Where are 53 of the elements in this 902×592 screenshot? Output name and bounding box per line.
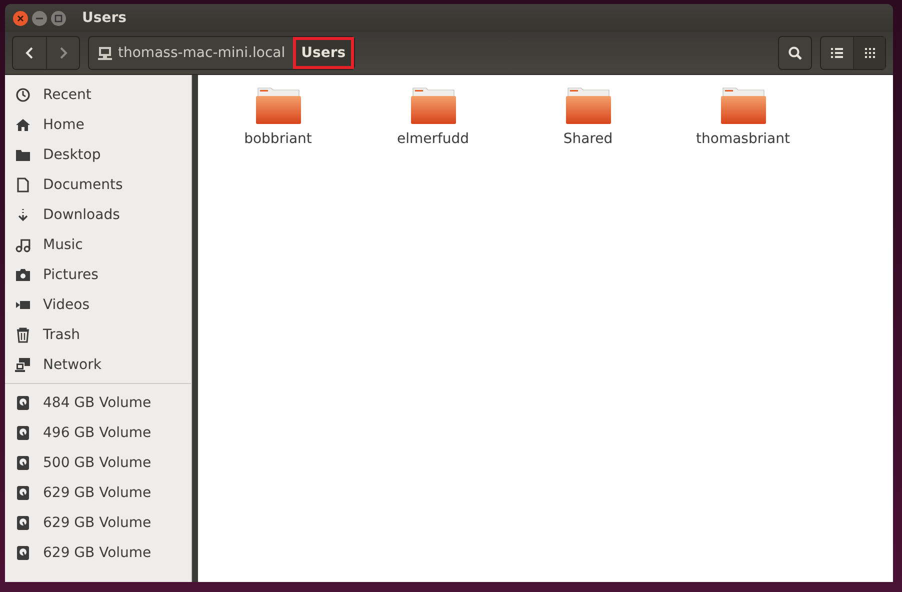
document-icon [15,177,31,193]
sidebar-item[interactable]: 629 GB Volume [5,508,191,538]
sidebar-item[interactable]: Network [5,350,191,380]
folder-name[interactable]: thomasbriant [696,131,790,147]
sidebar-item[interactable]: 629 GB Volume [5,478,191,508]
sidebar-item[interactable]: Desktop [5,140,191,170]
sidebar-item[interactable]: 629 GB Volume [5,538,191,568]
folder-icon [564,87,612,125]
computer-icon [97,46,113,60]
folder-name[interactable]: bobbriant [244,131,312,147]
folder-icon [15,147,31,163]
music-icon [15,237,31,253]
home-icon [15,117,31,133]
sidebar-item[interactable]: Trash [5,320,191,350]
drive-icon [15,545,31,561]
sidebar-item[interactable]: Downloads [5,200,191,230]
maximize-button[interactable] [51,10,66,26]
sidebar-item[interactable]: 500 GB Volume [5,448,191,478]
folder-icon [254,87,302,125]
network-icon [15,357,31,373]
folder-name[interactable]: elmerfudd [396,131,470,147]
drive-icon [15,425,31,441]
sidebar-item[interactable]: Documents [5,170,191,200]
sidebar-item[interactable]: Recent [5,80,191,110]
grid-view-button[interactable] [853,37,885,69]
close-button[interactable] [13,10,28,26]
sidebar-item[interactable]: Videos [5,290,191,320]
window-title: Users [82,10,126,26]
sidebar-item[interactable]: Pictures [5,260,191,290]
sidebar-item[interactable]: Home [5,110,191,140]
drive-icon [15,515,31,531]
maximize-icon [54,14,63,22]
drive-icon [15,485,31,501]
back-icon [25,47,34,59]
sidebar-item[interactable]: 484 GB Volume [5,388,191,418]
search-icon [788,46,802,60]
folder-icon [720,87,766,125]
breadcrumb-button[interactable]: thomass-mac-mini.local [89,37,294,69]
drive-icon [15,455,31,471]
drive-icon [15,395,31,411]
close-icon [16,14,25,22]
minimize-button[interactable] [32,10,47,26]
list-icon [831,48,843,58]
folder-name[interactable]: Shared [563,131,613,147]
breadcrumb-button[interactable]: Users [293,37,354,69]
camera-icon [15,267,31,283]
sidebar-item[interactable]: 496 GB Volume [5,418,191,448]
clock-icon [15,87,31,103]
grid-icon [864,48,874,58]
trash-icon [15,327,31,343]
sidebar-item[interactable]: Music [5,230,191,260]
forward-icon [58,47,68,59]
folder-icon [410,87,456,125]
